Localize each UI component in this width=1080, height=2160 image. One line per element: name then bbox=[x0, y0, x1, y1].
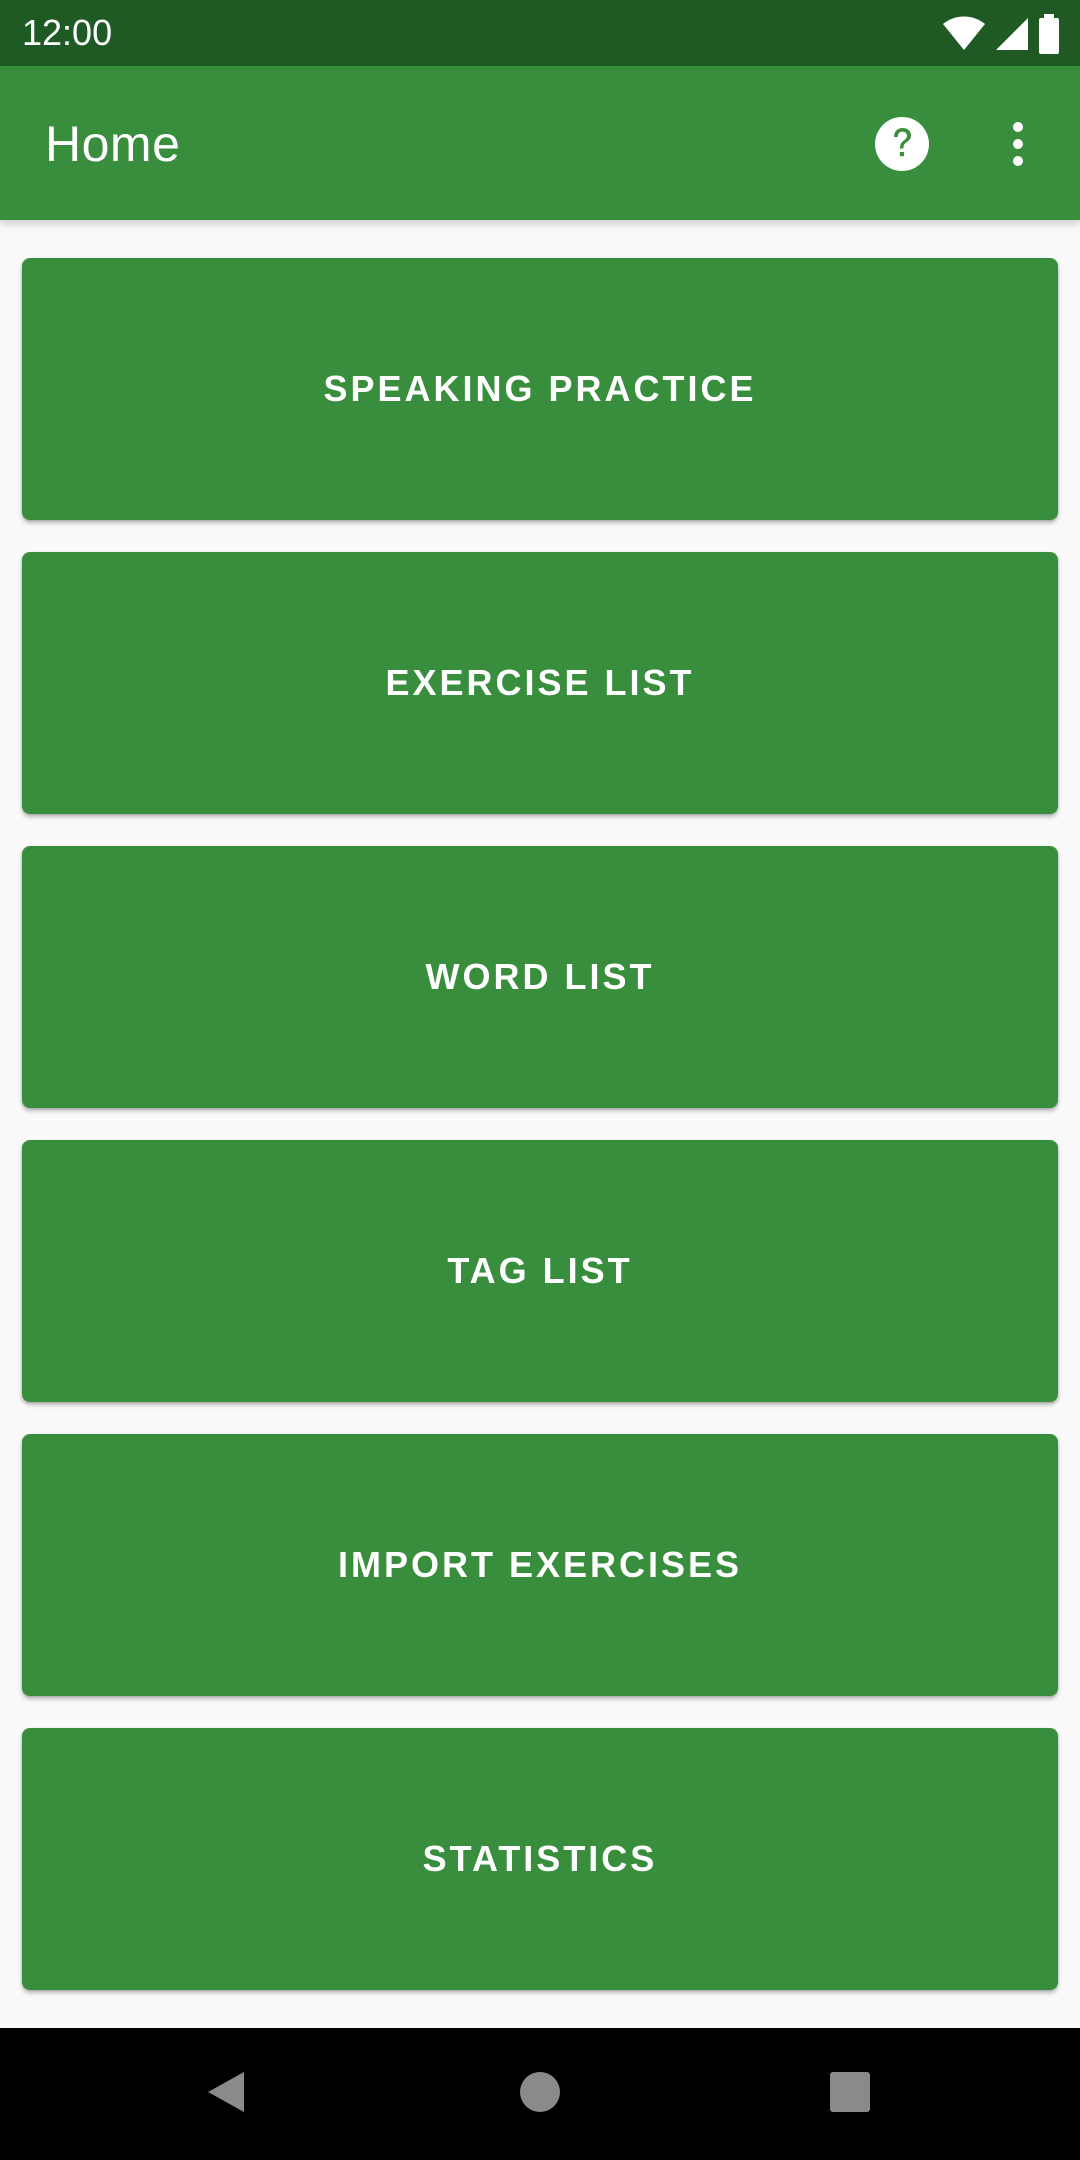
home-icon bbox=[518, 2070, 562, 2119]
exercise-list-button[interactable]: EXERCISE LIST bbox=[22, 552, 1058, 814]
nav-back-button[interactable] bbox=[196, 2064, 256, 2124]
nav-recents-button[interactable] bbox=[820, 2064, 880, 2124]
tag-list-button[interactable]: TAG LIST bbox=[22, 1140, 1058, 1402]
nav-home-button[interactable] bbox=[510, 2064, 570, 2124]
statistics-button[interactable]: STATISTICS bbox=[22, 1728, 1058, 1990]
more-vert-icon bbox=[1010, 120, 1026, 173]
overflow-menu-button[interactable] bbox=[990, 116, 1046, 176]
help-button[interactable] bbox=[872, 116, 932, 176]
home-menu-list: SPEAKING PRACTICE EXERCISE LIST WORD LIS… bbox=[22, 258, 1058, 2022]
system-nav-bar bbox=[0, 2028, 1080, 2160]
recents-icon bbox=[828, 2070, 872, 2119]
word-list-button[interactable]: WORD LIST bbox=[22, 846, 1058, 1108]
help-icon bbox=[874, 116, 930, 177]
status-bar: 12:00 bbox=[0, 0, 1080, 66]
status-icons bbox=[942, 14, 1060, 54]
back-icon bbox=[204, 2068, 248, 2121]
wifi-icon bbox=[942, 16, 986, 52]
import-exercises-button[interactable]: IMPORT EXERCISES bbox=[22, 1434, 1058, 1696]
cellular-signal-icon bbox=[994, 16, 1030, 52]
battery-icon bbox=[1038, 14, 1060, 54]
speaking-practice-button[interactable]: SPEAKING PRACTICE bbox=[22, 258, 1058, 520]
app-bar: Home bbox=[0, 66, 1080, 220]
status-time: 12:00 bbox=[22, 12, 113, 53]
page-title: Home bbox=[45, 116, 181, 172]
